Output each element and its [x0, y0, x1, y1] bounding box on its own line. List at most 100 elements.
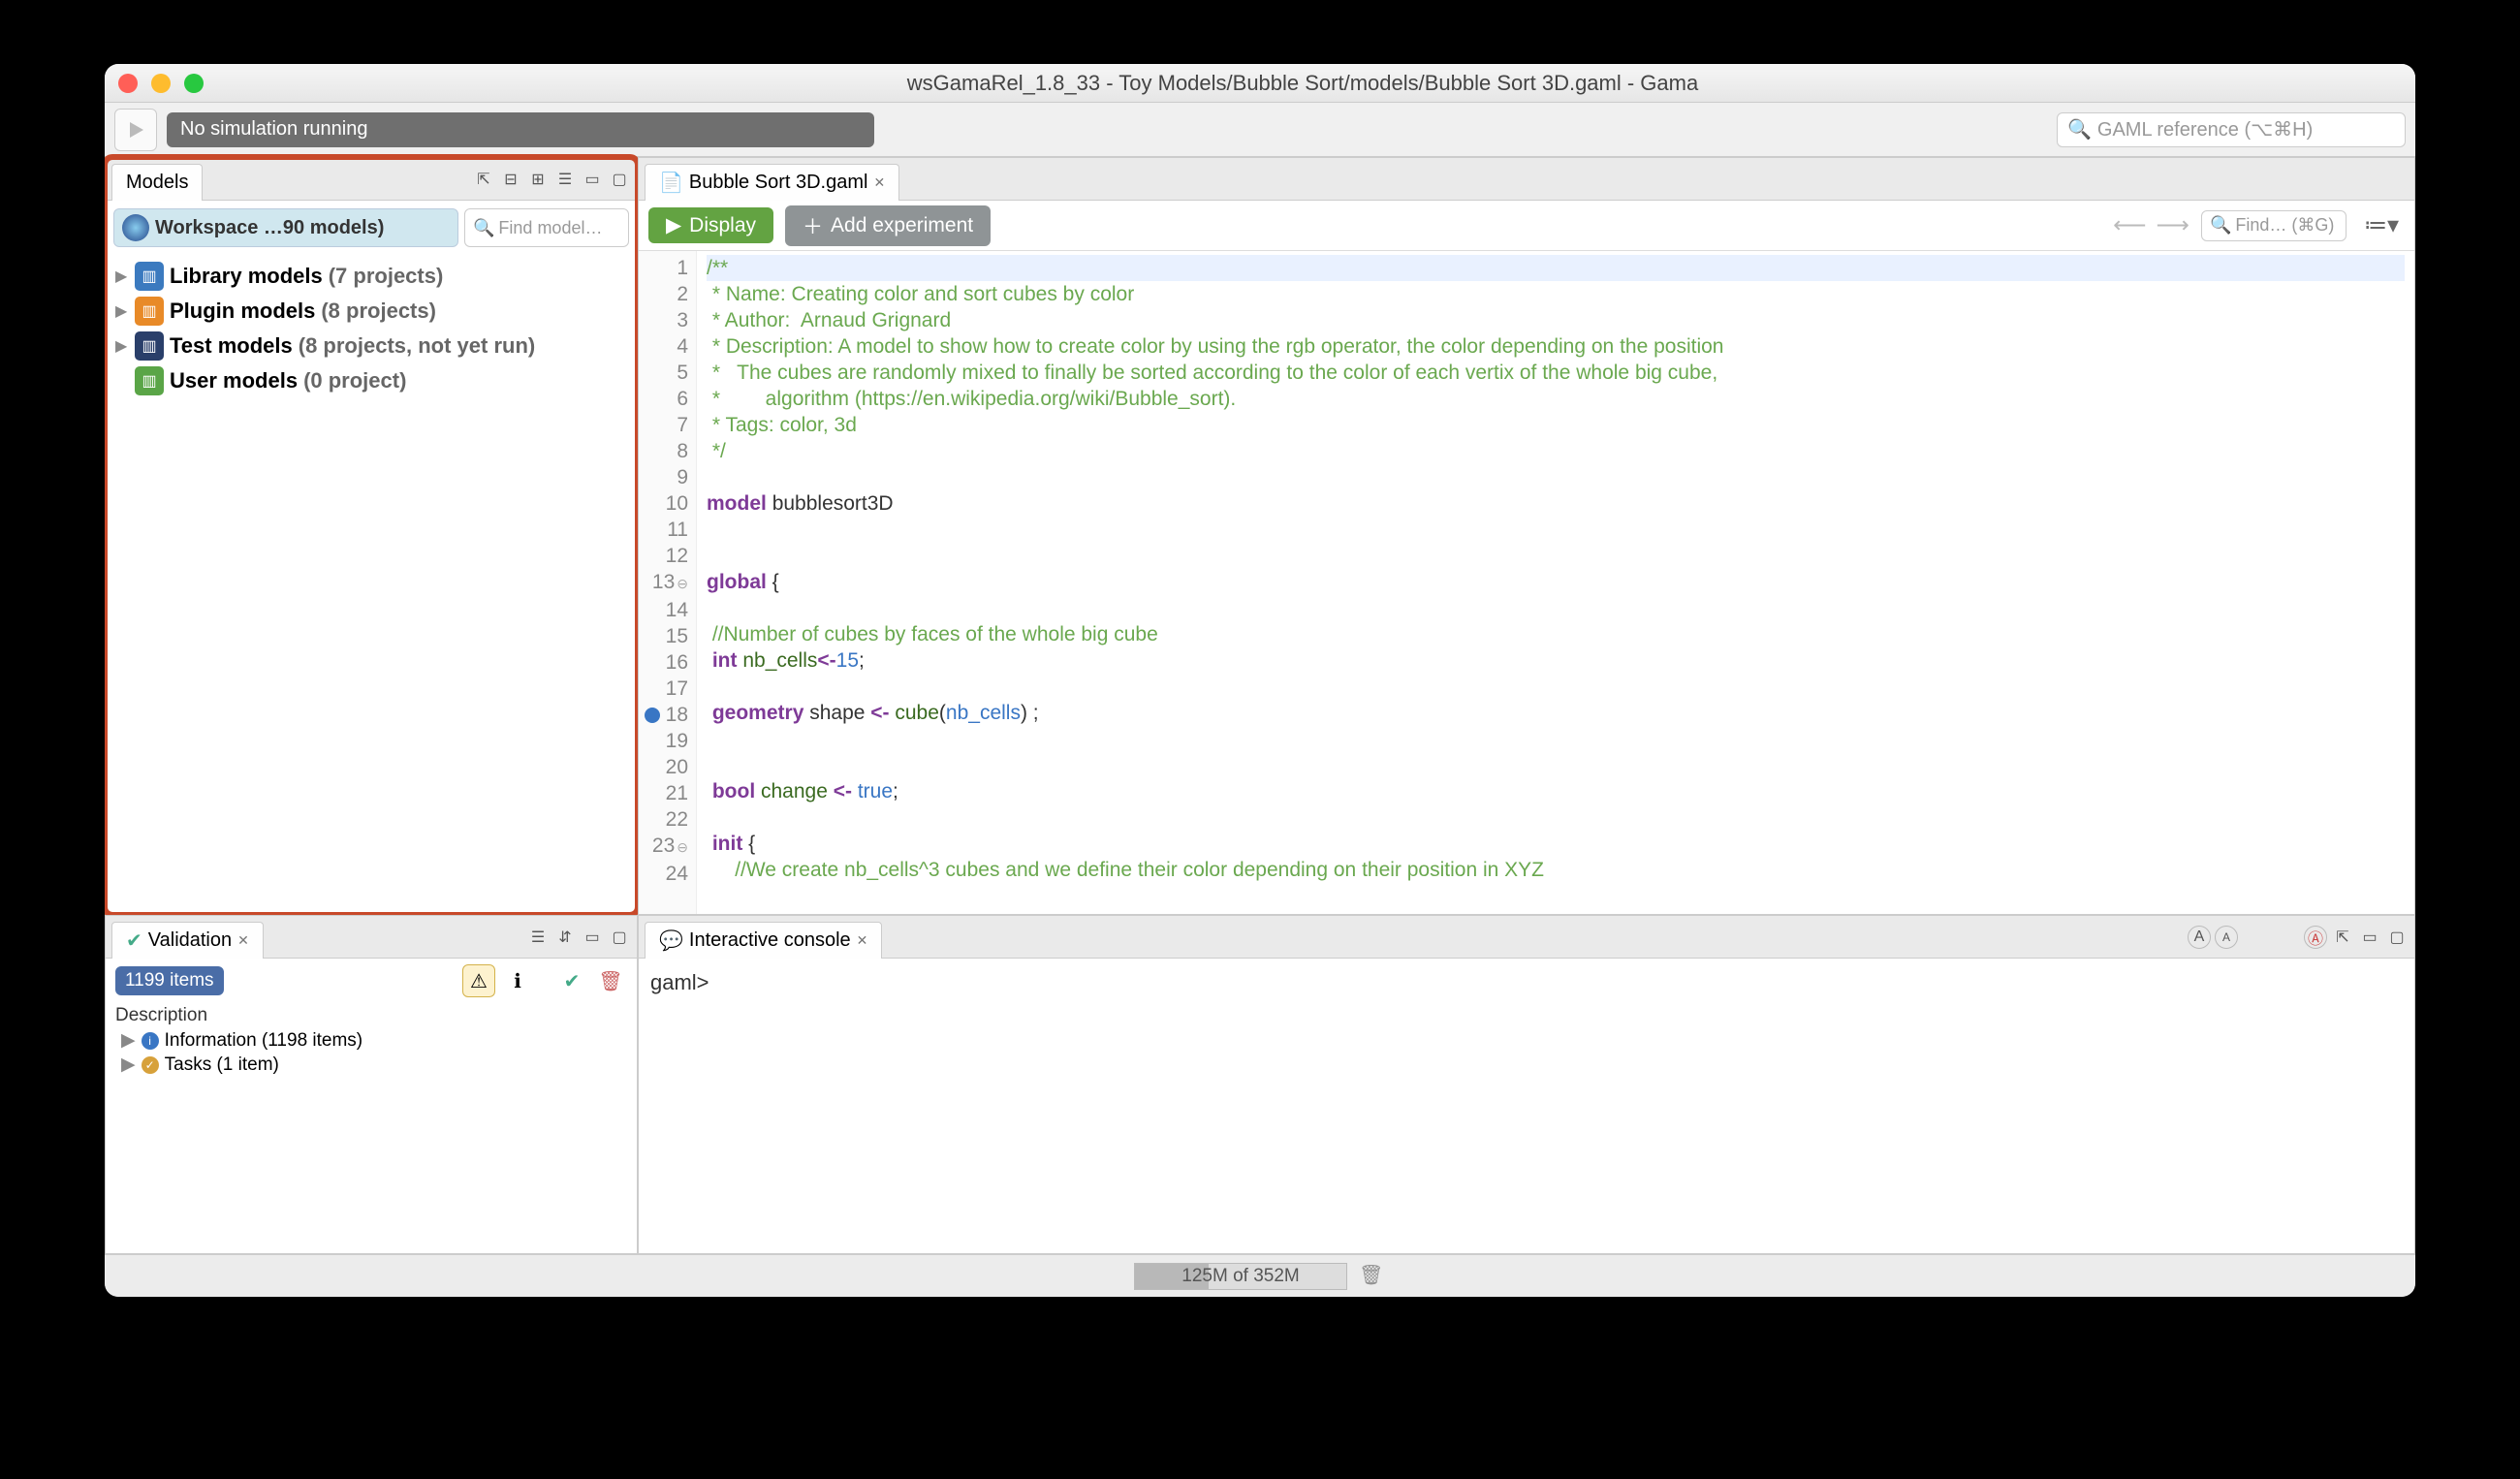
display-experiment-button[interactable]: ▶ Display	[648, 207, 773, 243]
add-experiment-button[interactable]: ＋ Add experiment	[785, 205, 991, 246]
tree-row[interactable]: ▶▥Library models (7 projects)	[115, 259, 627, 294]
console-icon: 💬	[659, 928, 683, 953]
tab-console[interactable]: 💬 Interactive console ✕	[645, 922, 882, 959]
minimize-window-button[interactable]	[151, 74, 171, 93]
font-increase-icon[interactable]: A	[2188, 926, 2211, 949]
editor-toolbar: ▶ Display ＋ Add experiment ⟵ ⟶ 🔍 Find… (…	[639, 201, 2414, 251]
console-panel: 💬 Interactive console ✕ A A Ⓐ ⇱ ▭ ▢ gaml…	[638, 915, 2415, 1254]
memory-meter[interactable]: 125M of 352M	[1134, 1263, 1347, 1290]
tab-label: Models	[126, 172, 188, 194]
close-tab-icon[interactable]: ✕	[857, 932, 868, 949]
gaml-reference-search[interactable]: 🔍 GAML reference (⌥⌘H)	[2057, 112, 2406, 147]
run-simulation-button[interactable]	[114, 109, 157, 151]
console-body[interactable]: gaml>	[639, 959, 2414, 1253]
code-line[interactable]: global {	[707, 569, 2405, 595]
outline-toggle-icon[interactable]: ≔▾	[2358, 211, 2405, 239]
models-tree: ▶▥Library models (7 projects)▶▥Plugin mo…	[106, 255, 637, 402]
code-line[interactable]: //We create nb_cells^3 cubes and we defi…	[707, 857, 2405, 883]
code-line[interactable]	[707, 464, 2405, 490]
maximize-panel-icon[interactable]: ▢	[2385, 926, 2409, 949]
models-panel-icons: ⇱ ⊟ ⊞ ☰ ▭ ▢	[472, 168, 631, 191]
code-line[interactable]: /**	[707, 255, 2405, 281]
view-menu-icon[interactable]: ☰	[553, 168, 577, 191]
sort-icon[interactable]: ⇵	[553, 926, 577, 949]
tab-models[interactable]: Models	[111, 164, 203, 201]
code-line[interactable]	[707, 674, 2405, 700]
nav-forward-icon[interactable]: ⟶	[2157, 211, 2189, 239]
tree-row[interactable]: ▶▥Test models (8 projects, not yet run)	[115, 329, 627, 363]
workspace-chip[interactable]: Workspace …90 models)	[113, 208, 458, 247]
search-icon: 🔍	[2210, 215, 2231, 236]
code-line[interactable]: //Number of cubes by faces of the whole …	[707, 621, 2405, 647]
clear-console-icon[interactable]: Ⓐ	[2304, 926, 2327, 949]
plus-icon: ＋	[803, 211, 823, 240]
editor-tab-label: Bubble Sort 3D.gaml	[689, 172, 868, 194]
maximize-panel-icon[interactable]: ▢	[608, 168, 631, 191]
code-line[interactable]: bool change <- true;	[707, 778, 2405, 804]
pin-panel-icon[interactable]: ⇱	[2331, 926, 2354, 949]
filter-icon[interactable]: ☰	[526, 926, 550, 949]
window-controls	[118, 74, 204, 93]
find-in-file-input[interactable]: 🔍 Find… (⌘G)	[2201, 210, 2347, 241]
close-tab-icon[interactable]: ✕	[237, 932, 249, 949]
add-experiment-label: Add experiment	[831, 214, 973, 237]
folder-icon: ▥	[135, 262, 164, 291]
breakpoint-marker[interactable]	[645, 708, 660, 723]
code-line[interactable]: * Tags: color, 3d	[707, 412, 2405, 438]
validate-all-icon[interactable]: ✔	[555, 964, 588, 997]
expand-all-icon[interactable]: ⊞	[526, 168, 550, 191]
code-line[interactable]	[707, 517, 2405, 543]
close-window-button[interactable]	[118, 74, 138, 93]
minimize-panel-icon[interactable]: ▭	[581, 168, 604, 191]
clear-icon[interactable]: 🗑	[594, 964, 627, 997]
maximize-panel-icon[interactable]: ▢	[608, 926, 631, 949]
gc-trash-icon[interactable]: 🗑	[1359, 1263, 1386, 1290]
code-line[interactable]: * Author: Arnaud Grignard	[707, 307, 2405, 333]
tab-editor-file[interactable]: 📄 Bubble Sort 3D.gaml ✕	[645, 164, 899, 201]
code-line[interactable]	[707, 595, 2405, 621]
zoom-window-button[interactable]	[184, 74, 204, 93]
code-line[interactable]: * algorithm (https://en.wikipedia.org/wi…	[707, 386, 2405, 412]
nav-back-icon[interactable]: ⟵	[2113, 211, 2146, 239]
chevron-right-icon	[115, 372, 129, 390]
validation-row[interactable]: ▶iInformation (1198 items)	[106, 1028, 637, 1053]
code-area[interactable]: 12345678910111213⊖14151617181920212223⊖2…	[639, 251, 2414, 914]
code-line[interactable]: * The cubes are randomly mixed to finall…	[707, 360, 2405, 386]
link-editor-icon[interactable]: ⇱	[472, 168, 495, 191]
fold-marker[interactable]: ⊖	[677, 839, 688, 855]
code-line[interactable]: geometry shape <- cube(nb_cells) ;	[707, 700, 2405, 726]
search-placeholder: GAML reference (⌥⌘H)	[2097, 117, 2313, 142]
warnings-filter-icon[interactable]: ⚠	[462, 964, 495, 997]
code-line[interactable]	[707, 543, 2405, 569]
display-label: Display	[689, 214, 756, 237]
fold-marker[interactable]: ⊖	[677, 576, 688, 591]
font-decrease-icon[interactable]: A	[2215, 926, 2238, 949]
tab-validation[interactable]: ✔ Validation ✕	[111, 922, 264, 959]
find-model-input[interactable]: 🔍 Find model…	[464, 208, 629, 247]
validation-row[interactable]: ▶✓Tasks (1 item)	[106, 1053, 637, 1077]
code-line[interactable]: int nb_cells<-15;	[707, 647, 2405, 674]
validation-panel: ✔ Validation ✕ ☰ ⇵ ▭ ▢ 1199 items ⚠ ℹ ✔ …	[105, 915, 638, 1254]
code-lines[interactable]: /** * Name: Creating color and sort cube…	[697, 251, 2414, 914]
console-tab-label: Interactive console	[689, 929, 851, 952]
code-line[interactable]	[707, 726, 2405, 752]
console-tabheader: 💬 Interactive console ✕ A A Ⓐ ⇱ ▭ ▢	[639, 916, 2414, 959]
code-line[interactable]: * Name: Creating color and sort cubes by…	[707, 281, 2405, 307]
close-tab-icon[interactable]: ✕	[873, 174, 885, 191]
code-line[interactable]: * Description: A model to show how to cr…	[707, 333, 2405, 360]
code-line[interactable]: model bubblesort3D	[707, 490, 2405, 517]
collapse-all-icon[interactable]: ⊟	[499, 168, 522, 191]
minimize-panel-icon[interactable]: ▭	[581, 926, 604, 949]
workspace-bar: Workspace …90 models) 🔍 Find model…	[106, 201, 637, 255]
code-line[interactable]	[707, 752, 2405, 778]
code-line[interactable]: */	[707, 438, 2405, 464]
code-line[interactable]	[707, 804, 2405, 831]
minimize-panel-icon[interactable]: ▭	[2358, 926, 2381, 949]
status-bar: 125M of 352M 🗑	[105, 1254, 2415, 1297]
window-title: wsGamaRel_1.8_33 - Toy Models/Bubble Sor…	[204, 71, 2402, 96]
tree-row[interactable]: ▶▥Plugin models (8 projects)	[115, 294, 627, 329]
code-line[interactable]: init {	[707, 831, 2405, 857]
validation-desc-header: Description	[106, 1003, 637, 1028]
info-filter-icon[interactable]: ℹ	[501, 964, 534, 997]
tree-row[interactable]: ▥User models (0 project)	[115, 363, 627, 398]
